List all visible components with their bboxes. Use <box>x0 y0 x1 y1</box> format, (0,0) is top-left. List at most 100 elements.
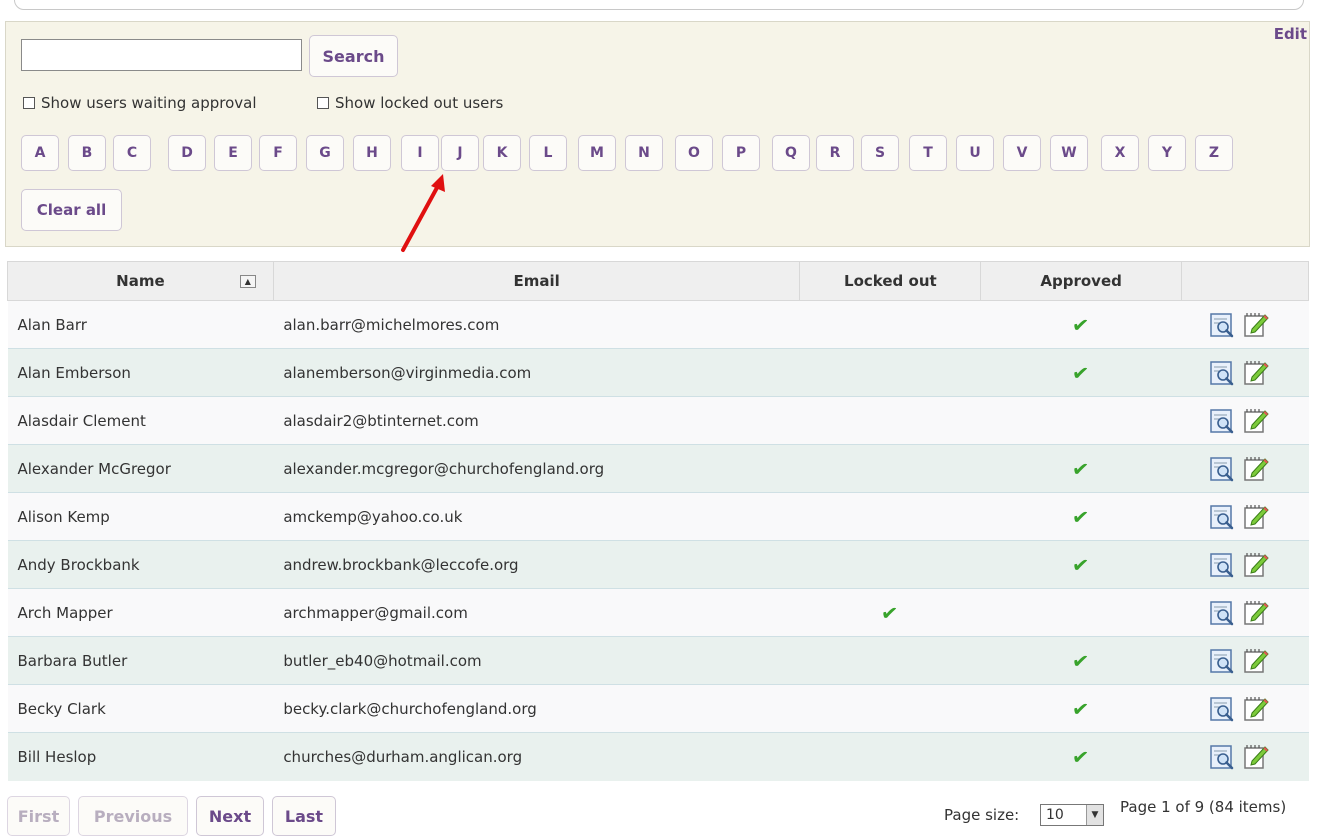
table-row[interactable]: Barbara Butler butler_eb40@hotmail.com ✔ <box>7 636 1309 685</box>
user-name-cell: Alasdair Clement <box>7 396 274 445</box>
checkmark-icon: ✔ <box>1071 743 1091 770</box>
approved-cell: ✔ <box>980 684 1182 733</box>
view-details-icon[interactable] <box>1209 600 1235 626</box>
table-header-row: Name ▲ Email Locked out Approved <box>7 261 1309 301</box>
approved-column-header[interactable]: Approved <box>980 261 1183 301</box>
view-details-icon[interactable] <box>1209 360 1235 386</box>
letter-filter-a[interactable]: A <box>21 135 59 171</box>
view-details-icon[interactable] <box>1209 504 1235 530</box>
view-details-icon[interactable] <box>1209 648 1235 674</box>
view-details-icon[interactable] <box>1209 552 1235 578</box>
table-row[interactable]: Alexander McGregor alexander.mcgregor@chu… <box>7 444 1309 493</box>
show-locked-out-checkbox[interactable]: Show locked out users <box>317 94 503 112</box>
locked-out-column-header[interactable]: Locked out <box>799 261 982 301</box>
letter-filter-z[interactable]: Z <box>1195 135 1233 171</box>
letter-filter-n[interactable]: N <box>625 135 663 171</box>
sort-ascending-icon[interactable]: ▲ <box>239 275 256 288</box>
letter-filter-q[interactable]: Q <box>772 135 810 171</box>
email-header-label: Email <box>513 272 560 290</box>
search-input[interactable] <box>21 39 302 71</box>
user-email-cell: alan.barr@michelmores.com <box>273 300 800 349</box>
view-details-icon[interactable] <box>1209 456 1235 482</box>
checkmark-icon: ✔ <box>1071 455 1091 482</box>
letter-filter-k[interactable]: K <box>483 135 521 171</box>
table-row[interactable]: Alan Barr alan.barr@michelmores.com ✔ <box>7 300 1309 349</box>
approved-cell <box>980 588 1182 637</box>
next-page-button[interactable]: Next <box>196 796 264 836</box>
checkmark-icon: ✔ <box>1071 359 1091 386</box>
letter-filter-r[interactable]: R <box>816 135 854 171</box>
edit-user-icon[interactable] <box>1243 696 1269 722</box>
letter-filter-h[interactable]: H <box>353 135 391 171</box>
letter-filter-c[interactable]: C <box>113 135 151 171</box>
edit-user-icon[interactable] <box>1243 312 1269 338</box>
table-row[interactable]: Andy Brockbank andrew.brockbank@leccofe.o… <box>7 540 1309 589</box>
edit-link[interactable]: Edit <box>1274 25 1307 43</box>
table-row[interactable]: Bill Heslop churches@durham.anglican.org ✔ <box>7 732 1309 781</box>
view-details-icon[interactable] <box>1209 312 1235 338</box>
name-column-header[interactable]: Name ▲ <box>7 261 274 301</box>
letter-filter-w[interactable]: W <box>1050 135 1088 171</box>
actions-cell <box>1181 396 1309 445</box>
letter-filter-l[interactable]: L <box>529 135 567 171</box>
last-page-button[interactable]: Last <box>272 796 336 836</box>
letter-filter-u[interactable]: U <box>956 135 994 171</box>
letter-filter-b[interactable]: B <box>68 135 106 171</box>
letter-filter-m[interactable]: M <box>578 135 616 171</box>
row-actions <box>1192 408 1308 434</box>
edit-user-icon[interactable] <box>1243 552 1269 578</box>
checkbox-box[interactable] <box>317 97 329 109</box>
approved-cell: ✔ <box>980 636 1182 685</box>
edit-user-icon[interactable] <box>1243 504 1269 530</box>
email-column-header[interactable]: Email <box>272 261 801 301</box>
table-row[interactable]: Alison Kemp amckemp@yahoo.co.uk ✔ <box>7 492 1309 541</box>
show-waiting-approval-checkbox[interactable]: Show users waiting approval <box>23 94 257 112</box>
first-page-button[interactable]: First <box>7 796 70 836</box>
letter-filter-x[interactable]: X <box>1101 135 1139 171</box>
edit-user-icon[interactable] <box>1243 360 1269 386</box>
checkmark-icon: ✔ <box>1071 503 1091 530</box>
edit-user-icon[interactable] <box>1243 648 1269 674</box>
table-row[interactable]: Becky Clark becky.clark@churchofengland.o… <box>7 684 1309 733</box>
view-details-icon[interactable] <box>1209 744 1235 770</box>
letter-filter-y[interactable]: Y <box>1148 135 1186 171</box>
checkbox-label: Show locked out users <box>335 94 504 112</box>
letter-filter-e[interactable]: E <box>214 135 252 171</box>
letter-filter-p[interactable]: P <box>722 135 760 171</box>
table-row[interactable]: Alan Emberson alanemberson@virginmedia.co… <box>7 348 1309 397</box>
actions-cell <box>1181 588 1309 637</box>
previous-page-button[interactable]: Previous <box>78 796 188 836</box>
dropdown-arrow-icon[interactable]: ▼ <box>1086 805 1103 825</box>
row-actions <box>1192 360 1308 386</box>
letter-filter-j[interactable]: J <box>441 135 479 171</box>
letter-filter-d[interactable]: D <box>168 135 206 171</box>
edit-user-icon[interactable] <box>1243 408 1269 434</box>
letter-filter-t[interactable]: T <box>909 135 947 171</box>
page-size-value: 10 <box>1046 807 1064 823</box>
approved-header-label: Approved <box>1040 272 1122 290</box>
edit-user-icon[interactable] <box>1243 744 1269 770</box>
letter-filter-i[interactable]: I <box>401 135 439 171</box>
table-row[interactable]: Alasdair Clement alasdair2@btinternet.com <box>7 396 1309 445</box>
checkmark-icon: ✔ <box>1071 551 1091 578</box>
letter-filter-f[interactable]: F <box>259 135 297 171</box>
page-size-select[interactable]: 10 ▼ <box>1040 804 1104 826</box>
approved-cell: ✔ <box>980 300 1182 349</box>
row-actions <box>1192 456 1308 482</box>
letter-filter-s[interactable]: S <box>861 135 899 171</box>
letter-filter-v[interactable]: V <box>1003 135 1041 171</box>
letter-filter-g[interactable]: G <box>306 135 344 171</box>
locked-out-cell: ✔ <box>799 588 981 637</box>
clear-all-button[interactable]: Clear all <box>21 189 122 231</box>
letter-filter-o[interactable]: O <box>675 135 713 171</box>
search-button[interactable]: Search <box>309 35 398 77</box>
checkbox-box[interactable] <box>23 97 35 109</box>
edit-user-icon[interactable] <box>1243 600 1269 626</box>
view-details-icon[interactable] <box>1209 408 1235 434</box>
locked-out-cell <box>799 348 981 397</box>
actions-cell <box>1181 492 1309 541</box>
table-row[interactable]: Arch Mapper archmapper@gmail.com ✔ <box>7 588 1309 637</box>
view-details-icon[interactable] <box>1209 696 1235 722</box>
page-info: Page 1 of 9 (84 items) <box>1120 798 1287 816</box>
edit-user-icon[interactable] <box>1243 456 1269 482</box>
